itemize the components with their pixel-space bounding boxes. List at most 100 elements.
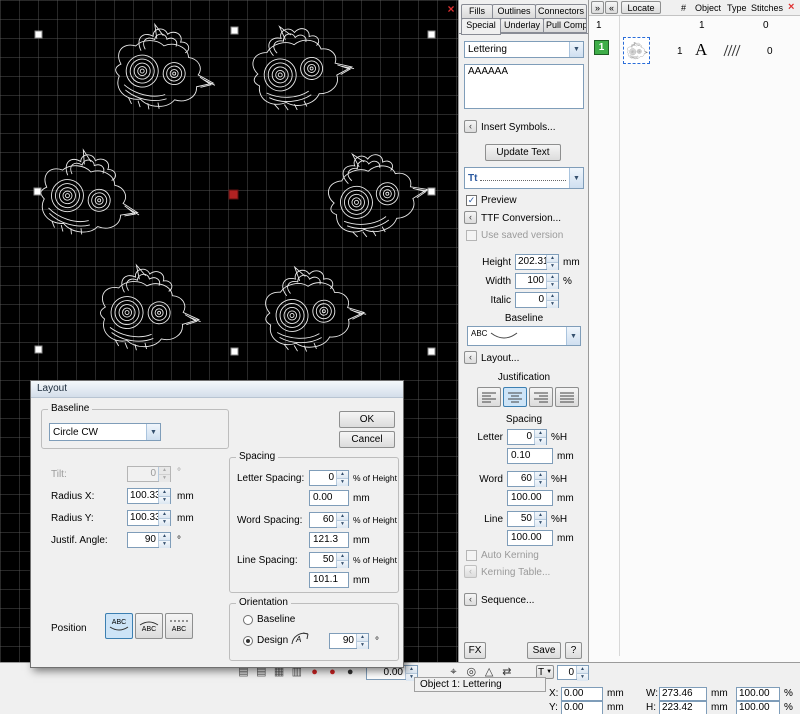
line-spacing-pct-input[interactable]: 50 ▲▼ (309, 552, 349, 568)
cancel-button[interactable]: Cancel (339, 431, 395, 448)
spin-up-icon[interactable]: ▲ (159, 511, 170, 518)
color-badge[interactable]: 1 (594, 40, 609, 55)
spin-up-icon[interactable]: ▲ (547, 293, 558, 300)
object-thumbnail[interactable] (623, 37, 650, 64)
justify-full-button[interactable] (555, 387, 579, 407)
justify-right-button[interactable] (529, 387, 553, 407)
expand-all-icon[interactable]: « (605, 1, 618, 14)
orientation-design-radio[interactable]: Design (243, 635, 288, 646)
layout-expand-icon[interactable]: ‹ (464, 351, 477, 364)
design-width-field[interactable]: 273.46 (659, 687, 707, 701)
width-input[interactable]: 100 ▲▼ (515, 273, 559, 289)
close-panel-icon[interactable]: × (788, 1, 794, 13)
ttf-conversion-expand-icon[interactable]: ‹ (464, 211, 477, 224)
spin-down-icon[interactable]: ▼ (577, 673, 588, 681)
design-height-field[interactable]: 223.42 (659, 701, 707, 714)
baseline-dropdown[interactable]: Circle CW ▼ (49, 423, 161, 441)
update-text-button[interactable]: Update Text (485, 144, 561, 161)
spin-up-icon[interactable]: ▲ (547, 255, 558, 262)
ttf-conversion-button[interactable]: TTF Conversion... (481, 213, 561, 224)
preview-checkbox[interactable]: ✓ Preview (466, 195, 517, 206)
spin-down-icon[interactable]: ▼ (337, 478, 348, 486)
ok-button[interactable]: OK (339, 411, 395, 428)
line-spacing-mm-input[interactable]: 101.1 (309, 572, 349, 588)
insert-symbols-button[interactable]: Insert Symbols... (481, 122, 555, 133)
height-input[interactable]: 202.31 ▲▼ (515, 254, 559, 270)
spin-down-icon[interactable]: ▼ (547, 281, 558, 289)
radius-x-input[interactable]: 100.33 ▲▼ (127, 488, 171, 504)
spin-up-icon[interactable]: ▲ (337, 553, 348, 560)
word-spacing-mm-input[interactable]: 100.00 (507, 490, 553, 506)
lettering-text-input[interactable]: AAAAAA (464, 64, 584, 109)
letter-spacing-pct-input[interactable]: 0 ▲▼ (309, 470, 349, 486)
scale-width-field[interactable]: 100.00 (736, 687, 780, 701)
close-design-icon[interactable]: × (444, 2, 458, 16)
save-button[interactable]: Save (527, 642, 561, 659)
spin-up-icon[interactable]: ▲ (337, 471, 348, 478)
radius-y-input[interactable]: 100.33 ▲▼ (127, 510, 171, 526)
object-type-dropdown[interactable]: Lettering ▼ (464, 41, 584, 58)
spin-up-icon[interactable]: ▲ (547, 274, 558, 281)
text-size-input[interactable]: 0 ▲▼ (557, 665, 589, 680)
word-spacing-pct-input[interactable]: 60 ▲▼ (309, 512, 349, 528)
x-coordinate-field[interactable]: 0.00 (561, 687, 603, 701)
spin-up-icon[interactable]: ▲ (357, 634, 368, 641)
line-spacing-mm-input[interactable]: 100.00 (507, 530, 553, 546)
sequence-button[interactable]: Sequence... (481, 595, 534, 606)
spin-up-icon[interactable]: ▲ (159, 489, 170, 496)
tab-outlines[interactable]: Outlines (492, 4, 536, 19)
chevron-down-icon[interactable]: ▼ (566, 327, 580, 345)
tab-special[interactable]: Special (461, 18, 501, 35)
dialog-titlebar[interactable]: Layout (31, 381, 403, 398)
scale-height-field[interactable]: 100.00 (736, 701, 780, 714)
spin-up-icon[interactable]: ▲ (406, 666, 417, 673)
letter-spacing-pct-input[interactable]: 0 ▲▼ (507, 429, 547, 445)
spin-down-icon[interactable]: ▼ (159, 518, 170, 526)
italic-input[interactable]: 0 ▲▼ (515, 292, 559, 308)
spin-down-icon[interactable]: ▼ (159, 496, 170, 504)
chevron-down-icon[interactable]: ▼ (569, 168, 583, 188)
sequence-expand-icon[interactable]: ‹ (464, 593, 477, 606)
chevron-down-icon[interactable]: ▼ (569, 42, 583, 57)
spin-down-icon[interactable]: ▼ (357, 641, 368, 649)
baseline-type-dropdown[interactable]: ABC ▼ (467, 326, 581, 346)
letter-spacing-mm-input[interactable]: 0.00 (309, 490, 349, 506)
word-spacing-mm-input[interactable]: 121.3 (309, 532, 349, 548)
spin-down-icon[interactable]: ▼ (337, 520, 348, 528)
rotation-center-marker[interactable] (229, 190, 238, 199)
tab-pull-comp[interactable]: Pull Comp (543, 18, 587, 33)
spin-up-icon[interactable]: ▲ (535, 512, 546, 519)
insert-symbols-expand-icon[interactable]: ‹ (464, 120, 477, 133)
collapse-all-icon[interactable]: » (591, 1, 604, 14)
spin-down-icon[interactable]: ▼ (547, 262, 558, 270)
word-spacing-pct-input[interactable]: 60 ▲▼ (507, 471, 547, 487)
spin-down-icon[interactable]: ▼ (547, 300, 558, 308)
spin-down-icon[interactable]: ▼ (159, 540, 170, 548)
chevron-down-icon[interactable]: ▼ (146, 424, 160, 440)
y-coordinate-field[interactable]: 0.00 (561, 701, 603, 714)
letter-spacing-mm-input[interactable]: 0.10 (507, 448, 553, 464)
spin-up-icon[interactable]: ▲ (535, 472, 546, 479)
spin-down-icon[interactable]: ▼ (535, 437, 546, 445)
justif-angle-input[interactable]: 90 ▲▼ (127, 532, 171, 548)
tab-connectors[interactable]: Connectors (535, 4, 587, 19)
locate-button[interactable]: Locate (621, 1, 661, 14)
spin-up-icon[interactable]: ▲ (159, 533, 170, 540)
tab-fills[interactable]: Fills (461, 4, 493, 19)
spin-down-icon[interactable]: ▼ (337, 560, 348, 568)
help-button[interactable]: ? (565, 642, 582, 659)
spin-up-icon[interactable]: ▲ (535, 430, 546, 437)
position-baseline-middle-button[interactable]: ABC (135, 613, 163, 639)
fx-effects-button[interactable]: FX (464, 642, 486, 659)
spin-down-icon[interactable]: ▼ (535, 519, 546, 527)
spin-up-icon[interactable]: ▲ (577, 666, 588, 673)
layout-button[interactable]: Layout... (481, 353, 519, 364)
orientation-angle-input[interactable]: 90 ▲▼ (329, 633, 369, 649)
position-baseline-below-button[interactable]: ABC (105, 613, 133, 639)
orientation-baseline-radio[interactable]: Baseline (243, 614, 295, 625)
spin-down-icon[interactable]: ▼ (535, 479, 546, 487)
justify-center-button[interactable] (503, 387, 527, 407)
tab-underlay[interactable]: Underlay (500, 18, 544, 33)
font-preview-dropdown[interactable]: Tt ▼ (464, 167, 584, 189)
justify-left-button[interactable] (477, 387, 501, 407)
